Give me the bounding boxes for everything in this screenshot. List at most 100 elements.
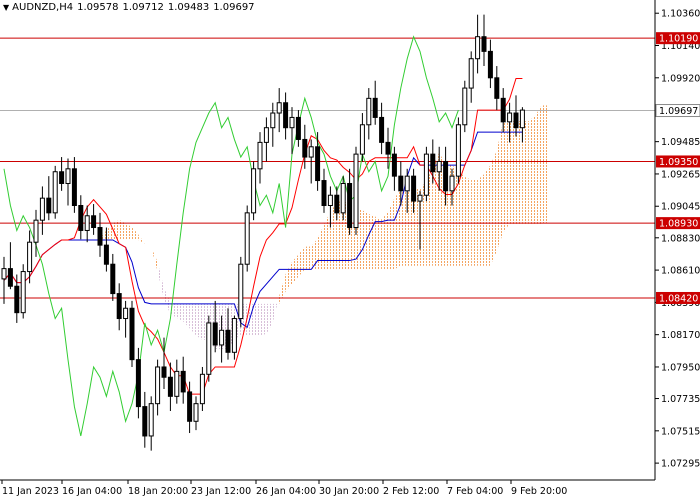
candle-body[interactable] <box>276 102 282 114</box>
candle-body[interactable] <box>295 116 301 140</box>
ichimoku-cloud-segment <box>535 105 542 224</box>
candle-body[interactable] <box>59 171 65 184</box>
candle-body[interactable] <box>97 227 103 246</box>
candle-body[interactable] <box>1 268 7 280</box>
candle-body[interactable] <box>423 153 429 196</box>
ichimoku-cloud-segment <box>74 244 81 250</box>
candle-body[interactable] <box>411 175 417 202</box>
candle-body[interactable] <box>231 318 237 353</box>
candle-body[interactable] <box>167 376 173 397</box>
candle-body[interactable] <box>263 127 269 143</box>
ichimoku-cloud-segment <box>298 246 305 277</box>
candle-body[interactable] <box>507 112 513 123</box>
candle-body[interactable] <box>71 168 77 207</box>
candle-body[interactable] <box>436 160 442 173</box>
candle-body[interactable] <box>372 97 378 118</box>
candle-body[interactable] <box>257 141 263 170</box>
candle-body[interactable] <box>334 194 340 214</box>
candle-body[interactable] <box>148 403 154 437</box>
candle-body[interactable] <box>180 370 186 393</box>
time-tick-label: 11 Jan 2023 <box>2 486 59 497</box>
candle-body[interactable] <box>494 77 500 99</box>
time-tick-label: 26 Jan 04:00 <box>256 486 316 497</box>
ichimoku-cloud-segment <box>55 266 62 277</box>
candle-body[interactable] <box>199 373 205 405</box>
candle-body[interactable] <box>155 366 161 405</box>
candle-body[interactable] <box>244 212 250 265</box>
candle-body[interactable] <box>78 205 84 231</box>
ichimoku-cloud-segment <box>151 247 158 272</box>
candle-body[interactable] <box>251 168 257 214</box>
ichimoku-cloud-segment <box>164 287 171 315</box>
candle-body[interactable] <box>500 97 506 123</box>
candle-body[interactable] <box>347 182 353 229</box>
level-price-label: 1.08420 <box>659 293 698 304</box>
candle-body[interactable] <box>391 153 397 177</box>
candle-body[interactable] <box>468 58 474 89</box>
ichimoku-cloud-segment <box>522 121 529 224</box>
candle-body[interactable] <box>443 160 449 192</box>
ichimoku-cloud-segment <box>80 240 88 245</box>
candle-body[interactable] <box>187 391 193 422</box>
candle-body[interactable] <box>519 109 525 129</box>
candle-body[interactable] <box>20 271 26 314</box>
candle-body[interactable] <box>385 141 391 155</box>
candle-body[interactable] <box>449 175 455 192</box>
candle-body[interactable] <box>455 124 461 177</box>
candle-body[interactable] <box>123 307 129 320</box>
candle-body[interactable] <box>398 175 404 192</box>
time-tick-label: 7 Feb 04:00 <box>447 486 503 497</box>
price-tick-label: 1.10360 <box>661 9 700 20</box>
candle-body[interactable] <box>219 329 225 346</box>
candle-body[interactable] <box>404 175 410 192</box>
ichimoku-cloud-segment <box>125 223 132 240</box>
candle-body[interactable] <box>116 293 122 320</box>
candle-body[interactable] <box>52 171 58 214</box>
candle-body[interactable] <box>206 322 212 375</box>
candle-body[interactable] <box>270 112 276 129</box>
candle-body[interactable] <box>430 153 436 173</box>
candle-body[interactable] <box>340 182 346 214</box>
candle-body[interactable] <box>513 112 519 129</box>
candle-body[interactable] <box>308 146 314 158</box>
candle-body[interactable] <box>7 268 13 287</box>
ichimoku-cloud-segment <box>477 174 484 266</box>
candle-body[interactable] <box>481 36 487 52</box>
candle-body[interactable] <box>315 146 321 182</box>
candle-body[interactable] <box>174 370 180 397</box>
candle-body[interactable] <box>462 87 468 126</box>
candle-body[interactable] <box>14 285 20 314</box>
candle-body[interactable] <box>487 50 493 79</box>
candle-body[interactable] <box>129 307 135 361</box>
candle-body[interactable] <box>283 102 289 129</box>
candle-body[interactable] <box>327 194 333 207</box>
candle-body[interactable] <box>353 153 359 229</box>
candle-body[interactable] <box>91 215 97 229</box>
candle-body[interactable] <box>27 241 33 273</box>
candle-body[interactable] <box>110 263 116 295</box>
candle-body[interactable] <box>289 116 295 129</box>
candle-body[interactable] <box>33 219 39 243</box>
candle-body[interactable] <box>65 168 71 184</box>
candle-body[interactable] <box>238 263 244 320</box>
candle-body[interactable] <box>366 97 372 126</box>
price-tick-label: 1.07295 <box>661 459 700 470</box>
ichimoku-cloud-segment <box>260 303 267 336</box>
candle-body[interactable] <box>39 197 45 221</box>
candle-body[interactable] <box>417 194 423 202</box>
candle-body[interactable] <box>321 180 327 207</box>
candle-body[interactable] <box>302 138 308 158</box>
price-chart[interactable]: 1.103601.101401.099201.094851.092651.090… <box>0 0 700 500</box>
candle-body[interactable] <box>161 366 167 378</box>
candle-body[interactable] <box>475 36 481 60</box>
candle-body[interactable] <box>212 322 218 346</box>
candle-body[interactable] <box>193 403 199 422</box>
candle-body[interactable] <box>379 116 385 143</box>
candle-body[interactable] <box>225 329 231 353</box>
candle-body[interactable] <box>46 197 52 214</box>
candle-body[interactable] <box>84 215 90 231</box>
candle-body[interactable] <box>135 359 141 408</box>
candle-body[interactable] <box>359 124 365 155</box>
candle-body[interactable] <box>103 244 109 265</box>
candle-body[interactable] <box>142 406 148 437</box>
